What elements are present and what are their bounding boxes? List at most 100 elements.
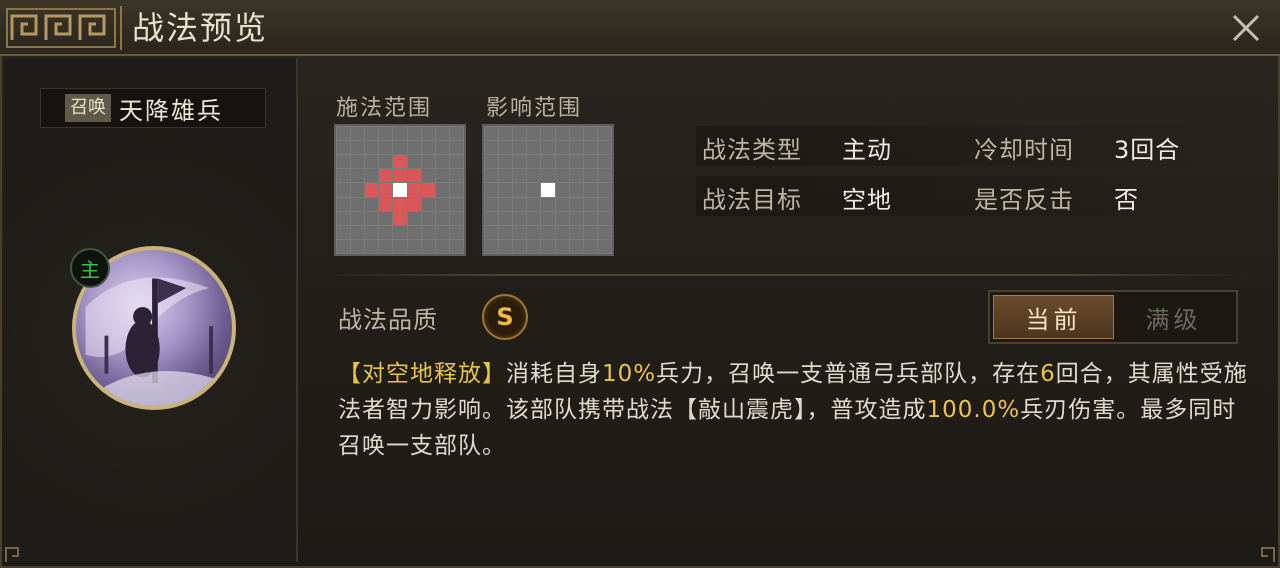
current-level-tab[interactable]: 当前: [993, 295, 1114, 339]
grid-cell: [499, 211, 513, 225]
grid-cell: [569, 183, 583, 197]
grid-cell: [449, 211, 463, 225]
grid-cell: [337, 239, 351, 253]
desc-value: 6: [1040, 361, 1056, 387]
desc-value: 10%: [602, 361, 657, 387]
grid-cell: [449, 225, 463, 239]
effect-range-label: 影响范围: [486, 96, 583, 121]
grid-cell: [337, 183, 351, 197]
grid-cell: [421, 155, 435, 169]
quality-s-icon: S: [482, 294, 528, 340]
grid-range-cell: [393, 155, 407, 169]
grid-cell: [583, 197, 597, 211]
grid-cell: [499, 239, 513, 253]
grid-cell: [485, 225, 499, 239]
grid-cell: [435, 169, 449, 183]
cast-range-grid: [334, 124, 466, 256]
grid-cell: [407, 225, 421, 239]
grid-cell: [569, 239, 583, 253]
grid-cell: [365, 127, 379, 141]
counter-value: 否: [1114, 186, 1139, 214]
grid-cell: [499, 197, 513, 211]
grid-cell: [485, 155, 499, 169]
grid-cell: [527, 239, 541, 253]
grid-cell: [513, 183, 527, 197]
grid-cell: [421, 197, 435, 211]
grid-cell: [337, 211, 351, 225]
grid-cell: [421, 169, 435, 183]
window-title: 战法预览: [132, 9, 269, 47]
grid-cell: [541, 197, 555, 211]
grid-range-cell: [407, 169, 421, 183]
skill-target-value: 空地: [842, 186, 892, 214]
grid-cell: [485, 211, 499, 225]
grid-cell: [583, 169, 597, 183]
grid-cell: [337, 127, 351, 141]
grid-range-cell: [407, 183, 421, 197]
grid-cell: [379, 155, 393, 169]
grid-cell: [527, 141, 541, 155]
grid-cell: [393, 239, 407, 253]
window-header: 战法预览: [0, 0, 1280, 56]
grid-cell: [583, 155, 597, 169]
grid-cell: [351, 183, 365, 197]
grid-cell: [407, 211, 421, 225]
grid-cell: [351, 169, 365, 183]
grid-cell: [597, 211, 611, 225]
grid-cell: [583, 225, 597, 239]
header-divider: [120, 6, 122, 50]
grid-range-cell: [379, 169, 393, 183]
close-icon[interactable]: [1228, 10, 1264, 46]
grid-cell: [351, 141, 365, 155]
grid-cell: [337, 169, 351, 183]
grid-cell: [541, 225, 555, 239]
grid-range-cell: [393, 197, 407, 211]
grid-cell: [449, 155, 463, 169]
grid-cell: [365, 211, 379, 225]
grid-cell: [513, 239, 527, 253]
grid-cell: [499, 169, 513, 183]
effect-range-grid: [482, 124, 614, 256]
grid-range-cell: [407, 197, 421, 211]
counter-label: 是否反击: [974, 186, 1074, 214]
grid-cell: [597, 225, 611, 239]
grid-cell: [569, 197, 583, 211]
grid-cell: [597, 239, 611, 253]
grid-center-cell: [541, 183, 555, 197]
desc-condition: 【对空地释放】: [338, 361, 506, 387]
grid-cell: [365, 197, 379, 211]
grid-cell: [435, 197, 449, 211]
grid-cell: [541, 169, 555, 183]
grid-cell: [513, 169, 527, 183]
corner-ornament-icon: [5, 547, 19, 562]
grid-cell: [365, 169, 379, 183]
grid-cell: [555, 225, 569, 239]
grid-cell: [499, 183, 513, 197]
grid-cell: [583, 127, 597, 141]
grid-cell: [569, 141, 583, 155]
grid-cell: [541, 211, 555, 225]
grid-cell: [365, 155, 379, 169]
max-level-tab[interactable]: 满级: [1114, 295, 1233, 339]
grid-cell: [597, 127, 611, 141]
grid-cell: [393, 141, 407, 155]
grid-cell: [365, 141, 379, 155]
grid-cell: [555, 155, 569, 169]
grid-cell: [435, 239, 449, 253]
level-toggle: 当前 满级: [988, 290, 1238, 344]
grid-cell: [541, 141, 555, 155]
grid-range-cell: [379, 197, 393, 211]
grid-cell: [379, 211, 393, 225]
grid-cell: [527, 169, 541, 183]
grid-cell: [379, 127, 393, 141]
grid-cell: [513, 141, 527, 155]
grid-range-cell: [393, 211, 407, 225]
grid-cell: [435, 155, 449, 169]
grid-cell: [407, 239, 421, 253]
grid-cell: [527, 183, 541, 197]
skill-name: 天降雄兵: [119, 96, 223, 125]
skill-type-label: 战法类型: [702, 136, 802, 164]
grid-range-cell: [365, 183, 379, 197]
grid-cell: [555, 211, 569, 225]
grid-cell: [485, 239, 499, 253]
